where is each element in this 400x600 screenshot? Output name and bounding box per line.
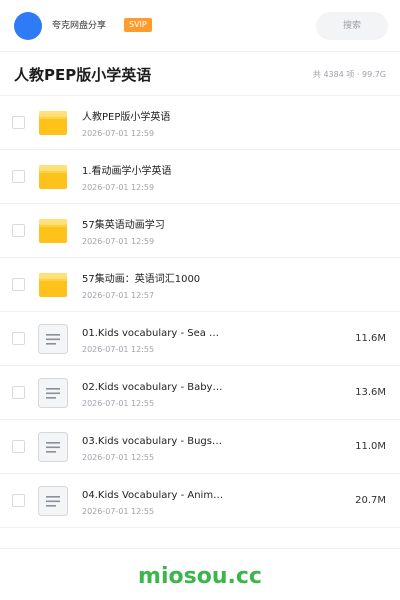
- brand-label: 夸克网盘分享: [52, 21, 107, 31]
- list-item-file[interactable]: 03.Kids vocabulary - Bugs… 2026-07-01 12:…: [0, 420, 400, 474]
- folder-icon: [38, 216, 68, 246]
- file-date: 2026-07-01 12:57: [82, 291, 155, 300]
- svip-badge: SVIP: [124, 18, 152, 32]
- top-bar: 夸克网盘分享 SVIP 搜索: [0, 0, 400, 52]
- folder-icon: [38, 108, 68, 138]
- select-checkbox[interactable]: [12, 440, 25, 453]
- footer: miosou.cc: [0, 548, 400, 600]
- file-size: 13.6M: [355, 387, 386, 398]
- list-item-folder[interactable]: 57集英语动画学习 2026-07-01 12:59: [0, 204, 400, 258]
- file-date: 2026-07-01 12:55: [82, 507, 155, 516]
- folder-icon: [38, 162, 68, 192]
- select-checkbox[interactable]: [12, 116, 25, 129]
- select-checkbox[interactable]: [12, 494, 25, 507]
- document-icon: [38, 432, 68, 462]
- file-name: 04.Kids Vocabulary - Anim…: [82, 490, 224, 501]
- watermark: miosou.cc: [138, 564, 262, 589]
- file-name: 57集动画：英语词汇1000: [82, 274, 201, 285]
- file-name: 02.Kids vocabulary - Baby…: [82, 382, 223, 393]
- avatar[interactable]: [14, 12, 42, 40]
- select-checkbox[interactable]: [12, 170, 25, 183]
- list-item-folder[interactable]: 人教PEP版小学英语 2026-07-01 12:59: [0, 96, 400, 150]
- select-checkbox[interactable]: [12, 278, 25, 291]
- select-checkbox[interactable]: [12, 386, 25, 399]
- list-item-file[interactable]: 02.Kids vocabulary - Baby… 2026-07-01 12:…: [0, 366, 400, 420]
- file-list: 人教PEP版小学英语 2026-07-01 12:59 1.看动画学小学英语 2026…: [0, 96, 400, 528]
- file-size: 11.0M: [355, 441, 386, 452]
- list-item-file[interactable]: 04.Kids Vocabulary - Anim… 2026-07-01 12:…: [0, 474, 400, 528]
- file-size: 11.6M: [355, 333, 386, 344]
- file-name: 1.看动画学小学英语: [82, 166, 172, 177]
- file-size: 20.7M: [355, 495, 386, 506]
- file-name: 人教PEP版小学英语: [82, 112, 171, 123]
- share-page: 夸克网盘分享 SVIP 搜索 人教PEP版小学英语 共 4384 项 · 99.…: [0, 0, 400, 600]
- file-date: 2026-07-01 12:59: [82, 129, 155, 138]
- file-name: 01.Kids vocabulary - Sea …: [82, 328, 220, 339]
- file-date: 2026-07-01 12:55: [82, 453, 155, 462]
- file-date: 2026-07-01 12:55: [82, 345, 155, 354]
- file-date: 2026-07-01 12:59: [82, 183, 155, 192]
- folder-stats: 共 4384 项 · 99.7G: [312, 70, 386, 79]
- select-checkbox[interactable]: [12, 332, 25, 345]
- file-name: 57集英语动画学习: [82, 220, 165, 231]
- search-button[interactable]: 搜索: [316, 12, 388, 40]
- list-item-folder[interactable]: 57集动画：英语词汇1000 2026-07-01 12:57: [0, 258, 400, 312]
- page-title: 人教PEP版小学英语: [14, 66, 152, 84]
- document-icon: [38, 486, 68, 516]
- document-icon: [38, 378, 68, 408]
- folder-icon: [38, 270, 68, 300]
- list-item-file[interactable]: 01.Kids vocabulary - Sea … 2026-07-01 12:…: [0, 312, 400, 366]
- select-checkbox[interactable]: [12, 224, 25, 237]
- folder-header: 人教PEP版小学英语 共 4384 项 · 99.7G: [0, 52, 400, 96]
- file-date: 2026-07-01 12:59: [82, 237, 155, 246]
- file-date: 2026-07-01 12:55: [82, 399, 155, 408]
- document-icon: [38, 324, 68, 354]
- file-name: 03.Kids vocabulary - Bugs…: [82, 436, 222, 447]
- list-item-folder[interactable]: 1.看动画学小学英语 2026-07-01 12:59: [0, 150, 400, 204]
